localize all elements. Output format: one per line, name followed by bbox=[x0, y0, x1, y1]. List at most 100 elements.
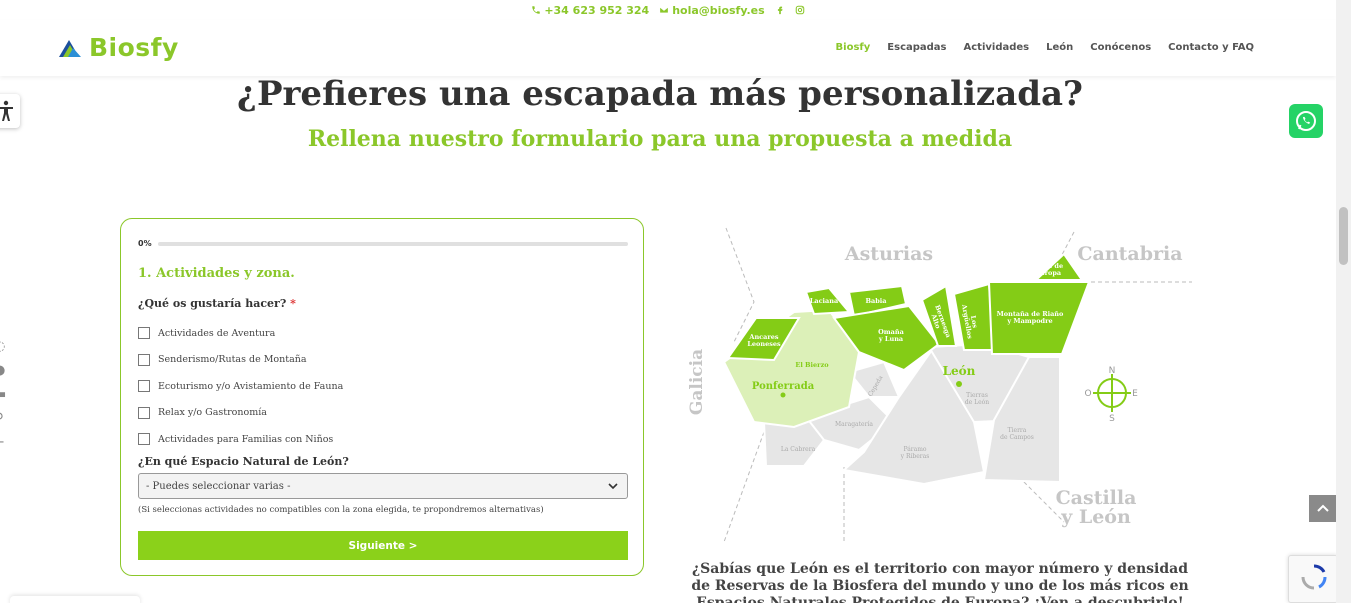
label-cabrera: La Cabrera bbox=[781, 446, 816, 453]
label-tierras-leon-1: Tierras bbox=[966, 392, 988, 399]
select-hint: (Si seleccionas actividades no compatibl… bbox=[138, 505, 544, 515]
page-subtitle: Rellena nuestro formulario para una prop… bbox=[307, 126, 1013, 152]
label-ancares-2: Leoneses bbox=[747, 340, 781, 348]
progress-bar bbox=[158, 242, 628, 246]
cookie-widget-edge bbox=[10, 596, 140, 603]
label-babia: Babia bbox=[866, 297, 888, 305]
chevron-down-icon bbox=[608, 483, 618, 490]
site-logo[interactable]: Biosfy bbox=[57, 33, 179, 62]
select-value: - Puedes seleccionar varias - bbox=[146, 480, 291, 492]
nav-item-escapadas[interactable]: Escapadas bbox=[887, 42, 946, 53]
facebook-icon bbox=[777, 6, 783, 15]
recaptcha-badge[interactable] bbox=[1288, 555, 1338, 603]
more-share-icon[interactable]: + bbox=[0, 436, 8, 450]
option-familias[interactable]: Actividades para Familias con Niños bbox=[138, 426, 343, 453]
checkbox[interactable] bbox=[138, 433, 150, 446]
label-paramo-2: y Riberas bbox=[900, 453, 930, 460]
natural-space-select[interactable]: - Puedes seleccionar varias - bbox=[138, 473, 628, 499]
scrollbar-thumb[interactable] bbox=[1339, 207, 1348, 265]
label-leon-city: León bbox=[943, 364, 976, 378]
share-sidebar: ◌ ● ▬ ⚲ + bbox=[0, 340, 8, 450]
option-ecoturismo[interactable]: Ecoturismo y/o Avistamiento de Fauna bbox=[138, 373, 343, 400]
label-tierras-leon-2: de León bbox=[965, 399, 989, 406]
nav-item-actividades[interactable]: Actividades bbox=[964, 42, 1030, 53]
option-label: Ecoturismo y/o Avistamiento de Fauna bbox=[158, 380, 344, 392]
option-label: Relax y/o Gastronomía bbox=[158, 407, 267, 419]
leon-info-text: ¿Sabías que León es el territorio con ma… bbox=[691, 561, 1189, 603]
label-omana-2: y Luna bbox=[878, 335, 904, 343]
option-relax[interactable]: Relax y/o Gastronomía bbox=[138, 400, 343, 427]
label-asturias: Asturias bbox=[844, 243, 933, 265]
nav-item-biosfy[interactable]: Biosfy bbox=[836, 42, 871, 53]
phone-link[interactable]: +34 623 952 324 bbox=[531, 4, 649, 17]
option-senderismo[interactable]: Senderismo/Rutas de Montaña bbox=[138, 347, 343, 374]
whatsapp-button[interactable] bbox=[1289, 104, 1323, 138]
instagram-link[interactable] bbox=[795, 5, 805, 15]
whatsapp-share-icon[interactable]: ◌ bbox=[0, 340, 8, 354]
nav-item-leon[interactable]: León bbox=[1046, 42, 1073, 53]
logo-mountain-icon bbox=[59, 39, 81, 57]
compass-icon: N S E O bbox=[1084, 366, 1138, 424]
leon-map: Asturias Cantabria Galicia Castilla y Le… bbox=[687, 227, 1192, 543]
site-header: Biosfy Biosfy Escapadas Actividades León… bbox=[0, 20, 1336, 76]
compass-e: E bbox=[1132, 389, 1138, 399]
email-text: hola@biosfy.es bbox=[672, 3, 765, 17]
nav-item-conocenos[interactable]: Conócenos bbox=[1090, 42, 1151, 53]
nav-item-contacto[interactable]: Contacto y FAQ bbox=[1168, 42, 1254, 53]
activities-options: Actividades de Aventura Senderismo/Rutas… bbox=[138, 320, 343, 453]
facebook-share-icon[interactable]: ● bbox=[0, 364, 8, 378]
phone-icon bbox=[532, 6, 541, 14]
page-scrollbar[interactable] bbox=[1336, 0, 1351, 603]
city-dot-ponferrada bbox=[780, 392, 786, 398]
label-cantabria: Cantabria bbox=[1077, 243, 1182, 265]
page-title: ¿Prefieres una escapada más personalizad… bbox=[237, 74, 1083, 114]
label-picos-2: Europa bbox=[1035, 269, 1062, 277]
pinterest-share-icon[interactable]: ⚲ bbox=[0, 412, 8, 426]
question-activities-label: ¿Qué os gustaría hacer? * bbox=[138, 297, 296, 310]
whatsapp-icon bbox=[1296, 111, 1316, 131]
checkbox[interactable] bbox=[138, 327, 150, 340]
email-share-icon[interactable]: ▬ bbox=[0, 388, 8, 402]
label-paramo-1: Páramo bbox=[903, 446, 926, 453]
main-nav: Biosfy Escapadas Actividades León Conóce… bbox=[836, 42, 1254, 53]
question-space-label: ¿En qué Espacio Natural de León? bbox=[138, 455, 349, 468]
chevron-up-icon bbox=[1316, 504, 1329, 512]
label-campos-2: de Campos bbox=[1000, 434, 1034, 441]
phone-text: +34 623 952 324 bbox=[544, 3, 650, 17]
option-label: Actividades para Familias con Niños bbox=[158, 433, 334, 445]
label-bierzo: El Bierzo bbox=[795, 361, 829, 369]
label-y-leon: y León bbox=[1060, 506, 1131, 528]
scroll-to-top-button[interactable] bbox=[1309, 495, 1336, 522]
label-ponferrada: Ponferrada bbox=[752, 381, 815, 392]
border-line bbox=[725, 227, 755, 343]
email-link[interactable]: hola@biosfy.es bbox=[659, 3, 765, 17]
logo-text: Biosfy bbox=[89, 33, 179, 62]
progress-percent: 0% bbox=[138, 239, 152, 248]
option-label: Senderismo/Rutas de Montaña bbox=[158, 354, 307, 366]
city-dot-leon bbox=[956, 381, 962, 387]
option-label: Actividades de Aventura bbox=[158, 327, 276, 339]
question-activities-text: ¿Qué os gustaría hacer? bbox=[138, 297, 287, 310]
label-maragateria: Maragatería bbox=[835, 421, 873, 428]
label-riano-2: y Mampodre bbox=[1006, 317, 1052, 325]
instagram-icon bbox=[795, 5, 804, 15]
facebook-link[interactable] bbox=[775, 5, 785, 15]
option-aventura[interactable]: Actividades de Aventura bbox=[138, 320, 343, 347]
compass-o: O bbox=[1084, 389, 1091, 399]
checkbox[interactable] bbox=[138, 380, 150, 393]
custom-trip-form: 0% 1. Actividades y zona. ¿Qué os gustar… bbox=[120, 218, 644, 576]
checkbox[interactable] bbox=[138, 406, 150, 419]
mail-icon bbox=[659, 6, 669, 14]
required-marker: * bbox=[290, 297, 296, 310]
recaptcha-icon bbox=[1301, 564, 1327, 590]
label-galicia: Galicia bbox=[687, 349, 707, 415]
label-laciana: Laciana bbox=[810, 297, 839, 305]
next-button[interactable]: Siguiente > bbox=[138, 531, 628, 560]
border-line bbox=[723, 431, 765, 543]
label-campos-1: Tierra bbox=[1008, 427, 1027, 434]
compass-s: S bbox=[1109, 414, 1115, 424]
step-title: 1. Actividades y zona. bbox=[138, 266, 295, 281]
compass-n: N bbox=[1109, 366, 1116, 376]
checkbox[interactable] bbox=[138, 353, 150, 366]
top-contact-bar: +34 623 952 324 hola@biosfy.es bbox=[0, 0, 1336, 20]
